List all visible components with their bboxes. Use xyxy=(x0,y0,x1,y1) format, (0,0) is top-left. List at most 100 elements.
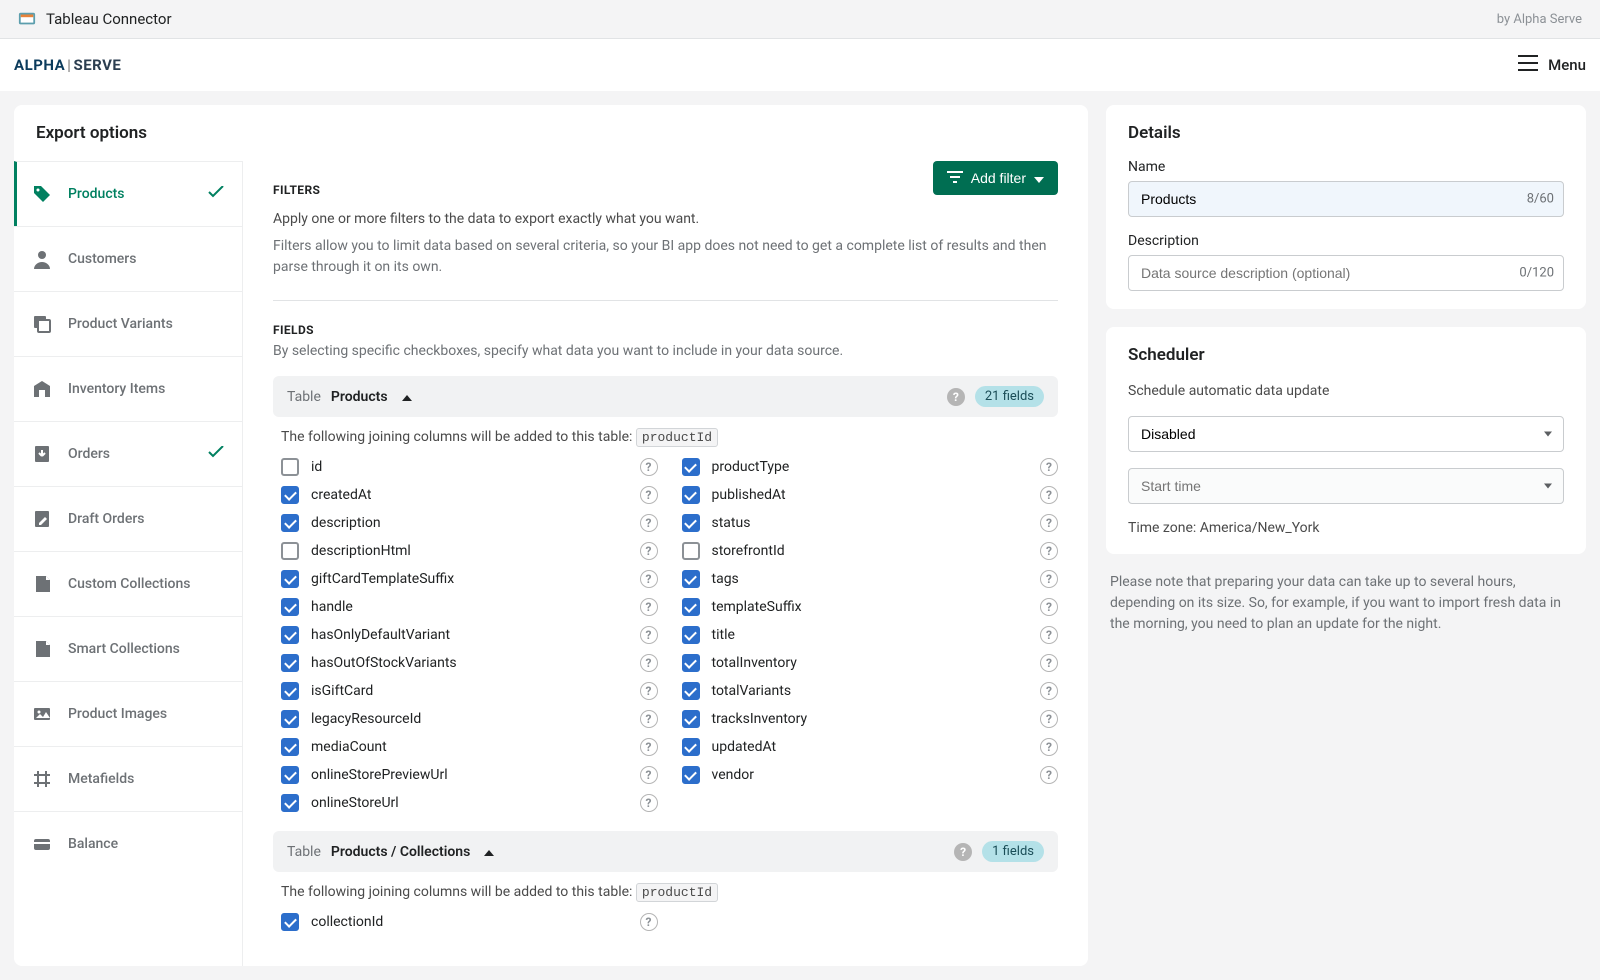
help-icon[interactable]: ? xyxy=(640,710,658,728)
sidebar-item-product-images[interactable]: Product Images xyxy=(14,681,242,746)
help-icon[interactable]: ? xyxy=(1040,542,1058,560)
field-row: collectionId? xyxy=(281,908,658,936)
help-icon[interactable]: ? xyxy=(640,654,658,672)
field-checkbox[interactable] xyxy=(281,542,299,560)
field-checkbox[interactable] xyxy=(281,598,299,616)
help-icon[interactable]: ? xyxy=(640,542,658,560)
join-text: The following joining columns will be ad… xyxy=(281,429,1058,445)
field-checkbox[interactable] xyxy=(281,682,299,700)
field-checkbox[interactable] xyxy=(682,514,700,532)
sidebar-item-custom-collections[interactable]: Custom Collections xyxy=(14,551,242,616)
app-byline: by Alpha Serve xyxy=(1497,12,1582,27)
help-icon[interactable]: ? xyxy=(640,738,658,756)
add-filter-button[interactable]: Add filter xyxy=(933,161,1058,195)
filters-label: FILTERS xyxy=(273,183,320,197)
field-checkbox[interactable] xyxy=(281,654,299,672)
field-checkbox[interactable] xyxy=(281,710,299,728)
description-input[interactable] xyxy=(1128,255,1564,291)
field-label: publishedAt xyxy=(712,487,1029,503)
field-row: totalVariants? xyxy=(682,677,1059,705)
help-icon[interactable]: ? xyxy=(1040,598,1058,616)
sidebar-item-smart-collections[interactable]: Smart Collections xyxy=(14,616,242,681)
help-icon[interactable]: ? xyxy=(1040,458,1058,476)
help-icon[interactable]: ? xyxy=(640,913,658,931)
name-input[interactable] xyxy=(1128,181,1564,217)
table-header[interactable]: Table Products / Collections?1 fields xyxy=(273,831,1058,872)
field-row: productType? xyxy=(682,453,1059,481)
sidebar-item-label: Draft Orders xyxy=(68,511,144,527)
field-checkbox[interactable] xyxy=(682,626,700,644)
collection-icon xyxy=(32,639,52,659)
field-checkbox[interactable] xyxy=(281,486,299,504)
field-row: tags? xyxy=(682,565,1059,593)
help-icon[interactable]: ? xyxy=(954,843,972,861)
field-checkbox[interactable] xyxy=(682,570,700,588)
field-checkbox[interactable] xyxy=(281,514,299,532)
collection-icon xyxy=(32,574,52,594)
field-checkbox[interactable] xyxy=(682,766,700,784)
help-icon[interactable]: ? xyxy=(640,626,658,644)
field-checkbox[interactable] xyxy=(281,458,299,476)
hash-icon xyxy=(32,769,52,789)
help-icon[interactable]: ? xyxy=(1040,766,1058,784)
field-checkbox[interactable] xyxy=(682,682,700,700)
filter-icon xyxy=(947,170,963,186)
sidebar-item-products[interactable]: Products xyxy=(14,161,242,226)
field-label: storefrontId xyxy=(712,543,1029,559)
field-checkbox[interactable] xyxy=(682,458,700,476)
sidebar-item-draft-orders[interactable]: Draft Orders xyxy=(14,486,242,551)
scheduler-desc: Schedule automatic data update xyxy=(1128,381,1564,402)
filters-desc-sub: Filters allow you to limit data based on… xyxy=(273,236,1058,278)
field-checkbox[interactable] xyxy=(281,738,299,756)
scheduler-card: Scheduler Schedule automatic data update… xyxy=(1106,327,1586,554)
help-icon[interactable]: ? xyxy=(1040,570,1058,588)
scheduler-title: Scheduler xyxy=(1128,345,1564,365)
help-icon[interactable]: ? xyxy=(1040,710,1058,728)
field-checkbox[interactable] xyxy=(682,654,700,672)
field-checkbox[interactable] xyxy=(682,710,700,728)
help-icon[interactable]: ? xyxy=(640,486,658,504)
help-icon[interactable]: ? xyxy=(640,458,658,476)
field-checkbox[interactable] xyxy=(281,766,299,784)
sidebar-item-inventory-items[interactable]: Inventory Items xyxy=(14,356,242,421)
table-header[interactable]: Table Products?21 fields xyxy=(273,376,1058,417)
help-icon[interactable]: ? xyxy=(1040,654,1058,672)
field-checkbox[interactable] xyxy=(682,598,700,616)
field-label: updatedAt xyxy=(712,739,1029,755)
help-icon[interactable]: ? xyxy=(640,766,658,784)
join-text: The following joining columns will be ad… xyxy=(281,884,1058,900)
help-icon[interactable]: ? xyxy=(640,598,658,616)
field-checkbox[interactable] xyxy=(281,626,299,644)
help-icon[interactable]: ? xyxy=(1040,514,1058,532)
sidebar-item-metafields[interactable]: Metafields xyxy=(14,746,242,811)
sidebar: ProductsCustomersProduct VariantsInvento… xyxy=(14,161,242,966)
sidebar-item-label: Product Images xyxy=(68,706,167,722)
field-checkbox[interactable] xyxy=(281,794,299,812)
sidebar-item-customers[interactable]: Customers xyxy=(14,226,242,291)
menu-button[interactable]: Menu xyxy=(1518,55,1586,75)
sidebar-item-product-variants[interactable]: Product Variants xyxy=(14,291,242,356)
help-icon[interactable]: ? xyxy=(1040,626,1058,644)
help-icon[interactable]: ? xyxy=(640,794,658,812)
help-icon[interactable]: ? xyxy=(947,388,965,406)
help-icon[interactable]: ? xyxy=(640,682,658,700)
sidebar-item-orders[interactable]: Orders xyxy=(14,421,242,486)
app-title: Tableau Connector xyxy=(46,10,172,28)
field-checkbox[interactable] xyxy=(682,738,700,756)
field-checkbox[interactable] xyxy=(281,570,299,588)
help-icon[interactable]: ? xyxy=(640,570,658,588)
help-icon[interactable]: ? xyxy=(1040,682,1058,700)
page-title: Export options xyxy=(14,105,1088,161)
field-label: giftCardTemplateSuffix xyxy=(311,571,628,587)
field-checkbox[interactable] xyxy=(682,486,700,504)
field-checkbox[interactable] xyxy=(281,913,299,931)
field-checkbox[interactable] xyxy=(682,542,700,560)
field-label: isGiftCard xyxy=(311,683,628,699)
help-icon[interactable]: ? xyxy=(640,514,658,532)
field-row: createdAt? xyxy=(281,481,658,509)
sidebar-item-balance[interactable]: Balance xyxy=(14,811,242,876)
app-icon xyxy=(18,10,36,28)
help-icon[interactable]: ? xyxy=(1040,738,1058,756)
scheduler-mode-select[interactable]: Disabled xyxy=(1128,416,1564,452)
help-icon[interactable]: ? xyxy=(1040,486,1058,504)
